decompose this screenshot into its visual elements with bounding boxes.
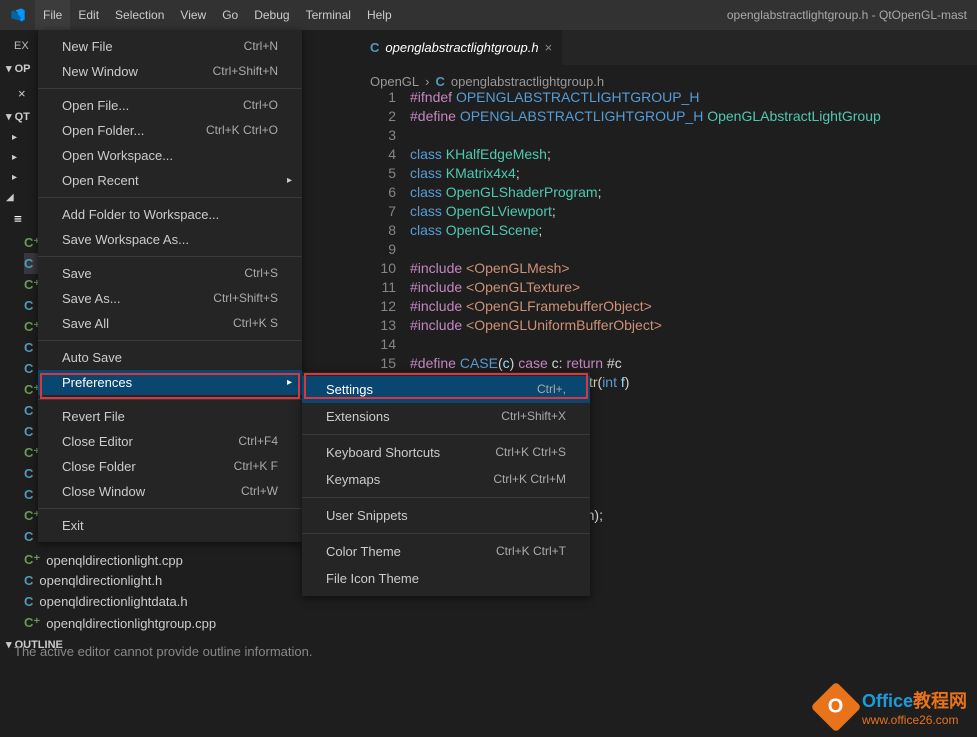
menu-item-close-folder[interactable]: Close FolderCtrl+K F <box>38 454 302 479</box>
menu-item-exit[interactable]: Exit <box>38 513 302 538</box>
window-title: openglabstractlightgroup.h - QtOpenGL-ma… <box>727 8 977 22</box>
close-tab-icon[interactable]: × <box>545 40 553 55</box>
menu-edit[interactable]: Edit <box>70 0 107 30</box>
file-menu-dropdown: New FileCtrl+NNew WindowCtrl+Shift+N Open… <box>38 30 302 542</box>
crumb-seg[interactable]: OpenGL <box>370 74 419 89</box>
editor-tab[interactable]: C openglabstractlightgroup.h × <box>360 30 563 65</box>
menu-item-open-recent[interactable]: Open Recent▸ <box>38 168 302 193</box>
outline-empty-msg: The active editor cannot provide outline… <box>14 644 354 659</box>
menu-selection[interactable]: Selection <box>107 0 172 30</box>
menu-bar: FileEditSelectionViewGoDebugTerminalHelp <box>35 0 400 30</box>
watermark: O Office教程网 www.office26.com <box>818 687 967 727</box>
menu-item-close-editor[interactable]: Close EditorCtrl+F4 <box>38 429 302 454</box>
file-item[interactable]: Copenqldirectionlightdata.h <box>24 594 188 609</box>
watermark-url: www.office26.com <box>862 713 967 727</box>
menu-debug[interactable]: Debug <box>246 0 297 30</box>
crumb-sep-icon: › <box>425 74 429 89</box>
tab-bar: C openglabstractlightgroup.h × <box>360 30 977 65</box>
tree-chevron-icon[interactable]: ▸ <box>12 152 17 163</box>
menu-item-preferences[interactable]: Preferences▸ <box>38 370 302 395</box>
tree-chevron-icon[interactable]: ▸ <box>12 132 17 143</box>
menu-item-open-workspace-[interactable]: Open Workspace... <box>38 143 302 168</box>
open-editors-label[interactable]: ▾ OP <box>6 62 30 75</box>
c-file-icon: C <box>370 40 379 55</box>
submenu-item-color-theme[interactable]: Color ThemeCtrl+K Ctrl+T <box>302 538 590 565</box>
menu-item-new-file[interactable]: New FileCtrl+N <box>38 34 302 59</box>
menu-item-save-as-[interactable]: Save As...Ctrl+Shift+S <box>38 286 302 311</box>
submenu-item-user-snippets[interactable]: User Snippets <box>302 502 590 529</box>
explorer-header: EX <box>14 40 29 52</box>
line-icon: ≡ <box>14 212 22 227</box>
menu-terminal[interactable]: Terminal <box>298 0 359 30</box>
tree-chevron-icon[interactable]: ◢ <box>6 192 14 203</box>
menu-view[interactable]: View <box>172 0 214 30</box>
menu-item-add-folder-to-workspace-[interactable]: Add Folder to Workspace... <box>38 202 302 227</box>
menu-item-save-all[interactable]: Save AllCtrl+K S <box>38 311 302 336</box>
file-item[interactable]: C⁺openqldirectionlightgroup.cpp <box>24 615 216 631</box>
crumb-seg[interactable]: openglabstractlightgroup.h <box>451 74 604 89</box>
menu-item-auto-save[interactable]: Auto Save <box>38 345 302 370</box>
menu-item-save-workspace-as-[interactable]: Save Workspace As... <box>38 227 302 252</box>
menu-item-close-window[interactable]: Close WindowCtrl+W <box>38 479 302 504</box>
file-item[interactable]: Copenqldirectionlight.h <box>24 573 162 588</box>
submenu-item-keyboard-shortcuts[interactable]: Keyboard ShortcutsCtrl+K Ctrl+S <box>302 439 590 466</box>
menu-file[interactable]: File <box>35 0 70 30</box>
title-bar: FileEditSelectionViewGoDebugTerminalHelp… <box>0 0 977 30</box>
menu-item-save[interactable]: SaveCtrl+S <box>38 261 302 286</box>
vscode-logo-icon <box>0 7 35 23</box>
file-item[interactable]: C⁺openqldirectionlight.cpp <box>24 552 183 568</box>
watermark-text: 教程网 <box>913 691 967 711</box>
submenu-item-keymaps[interactable]: KeymapsCtrl+K Ctrl+M <box>302 466 590 493</box>
submenu-item-file-icon-theme[interactable]: File Icon Theme <box>302 565 590 592</box>
menu-item-open-folder-[interactable]: Open Folder...Ctrl+K Ctrl+O <box>38 118 302 143</box>
menu-item-open-file-[interactable]: Open File...Ctrl+O <box>38 93 302 118</box>
office-logo-icon: O <box>811 682 862 733</box>
tree-chevron-icon[interactable]: ▸ <box>12 172 17 183</box>
menu-item-new-window[interactable]: New WindowCtrl+Shift+N <box>38 59 302 84</box>
folder-label[interactable]: ▾ QT <box>6 110 30 123</box>
preferences-submenu: SettingsCtrl+,ExtensionsCtrl+Shift+X Keyb… <box>302 372 590 596</box>
submenu-item-extensions[interactable]: ExtensionsCtrl+Shift+X <box>302 403 590 430</box>
c-file-icon: C <box>436 74 445 89</box>
tab-title: openglabstractlightgroup.h <box>385 40 538 55</box>
submenu-item-settings[interactable]: SettingsCtrl+, <box>302 376 590 403</box>
menu-help[interactable]: Help <box>359 0 400 30</box>
watermark-text: Office <box>862 691 913 711</box>
menu-item-revert-file[interactable]: Revert File <box>38 404 302 429</box>
close-editor-icon[interactable]: × <box>18 86 26 101</box>
menu-go[interactable]: Go <box>214 0 246 30</box>
